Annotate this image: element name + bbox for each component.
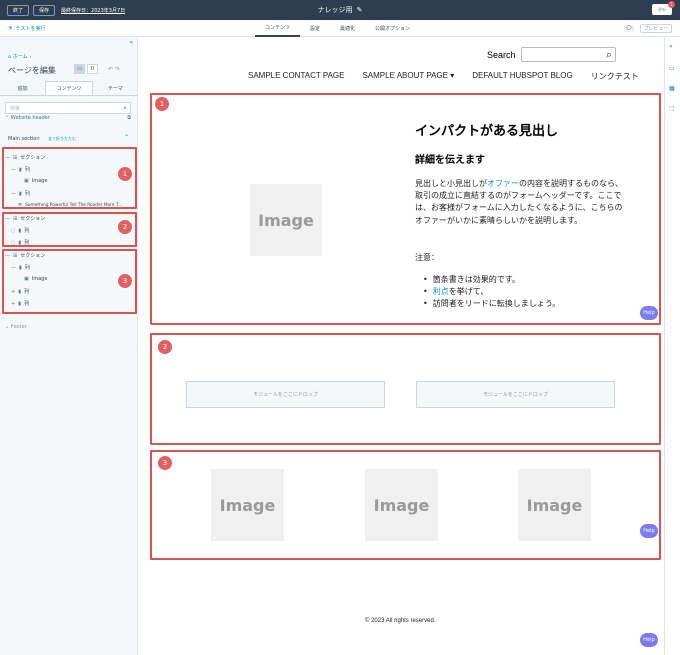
sidebar-tab-contents[interactable]: コンテンツ	[45, 81, 93, 95]
copyright-text: © 2023 All rights reserved.	[365, 618, 436, 624]
comment-icon[interactable]: ▭	[669, 65, 675, 72]
page-title-text: ナレッジ用	[317, 6, 353, 14]
website-header-item[interactable]: ⌃ Website header ⧉	[5, 115, 133, 121]
footer-item[interactable]: ⌄ Footer	[5, 324, 133, 330]
main-section-label: Main section	[8, 136, 40, 142]
hero-subheadline[interactable]: 詳細を伝えます	[415, 151, 485, 166]
search-placeholder: 検索	[10, 105, 21, 112]
sidebar-tab-theme[interactable]: テーマ	[93, 81, 138, 95]
breadcrumb-home[interactable]: ホーム	[13, 54, 28, 60]
left-sidebar: « ⌂ ホーム › ページを編集 ▭ 0 ↶ ↷ 追加 コンテンツ テーマ 検索…	[0, 37, 138, 655]
hero-body[interactable]: 見出しと小見出しがオファーの内容を説明するものなら、取引の成立に直結するのがフォ…	[415, 178, 623, 227]
module-dropzone[interactable]: モジュールをここにドロップ	[416, 381, 615, 408]
comment-icon[interactable]: 💬	[624, 25, 634, 32]
sidebar-tabs: 追加 コンテンツ テーマ	[0, 81, 138, 96]
chevron-down-icon: ⌄	[5, 324, 10, 330]
desktop-view-icon[interactable]: ▭	[74, 64, 85, 74]
help-button[interactable]: Help	[640, 633, 658, 647]
bullet-item: 訪問者をリードに転換しましょう。	[423, 298, 561, 310]
fold-all-link[interactable]: 全て折りたたむ	[48, 136, 76, 142]
chevron-up-icon[interactable]: ⌃	[124, 134, 129, 141]
flask-icon: ⚗	[8, 25, 13, 32]
view-toggle: ▭ 0	[74, 64, 98, 74]
save-button[interactable]: 保存	[33, 4, 56, 16]
run-test-button[interactable]: ⚗ テストを実行	[8, 25, 46, 33]
exit-button[interactable]: 終了	[7, 4, 30, 16]
sidebar-title: ページを編集	[8, 66, 56, 75]
pencil-icon[interactable]: ✎	[357, 6, 363, 14]
help-button[interactable]: Help	[640, 524, 658, 538]
external-icon[interactable]: ⧉	[127, 115, 131, 121]
image-placeholder[interactable]: Image	[518, 469, 591, 541]
site-nav: SAMPLE CONTACT PAGE SAMPLE ABOUT PAGE ▾ …	[248, 71, 639, 82]
sidebar-search-input[interactable]: 検索 ⌕	[5, 102, 131, 114]
bullet-item: 箇条書きは効果的です。	[423, 274, 560, 286]
expand-icon[interactable]: «	[669, 43, 673, 50]
site-search-input[interactable]: ⌕	[521, 47, 616, 62]
website-header-label: Website header	[10, 115, 50, 121]
home-icon: ⌂	[8, 54, 12, 60]
bullet-item: 利点を挙げて、	[423, 286, 560, 298]
note-label: 注意：	[415, 253, 439, 262]
search-icon: ⌕	[123, 104, 127, 112]
right-rail: « ▭ ▦ ⬚	[664, 37, 680, 655]
chevron-up-icon: ⌃	[5, 115, 10, 121]
sandbox-icon[interactable]: ⬚	[669, 105, 675, 112]
annotation-number-3: 3	[157, 455, 173, 471]
help-button[interactable]: Help	[640, 306, 658, 320]
chevron-right-icon: ›	[29, 54, 32, 60]
undo-icon[interactable]: ↶	[108, 66, 113, 73]
footer-label: Footer	[10, 324, 27, 330]
editor-tab-bar: ⚗ テストを実行 コンテンツ 設定 最適化 公開オプション 💬 プレビュー	[0, 20, 680, 37]
preview-button[interactable]: プレビュー	[640, 24, 672, 33]
mobile-count[interactable]: 0	[87, 64, 98, 74]
tab-content[interactable]: コンテンツ	[255, 20, 301, 37]
image-placeholder[interactable]: Image	[250, 184, 322, 256]
redo-icon[interactable]: ↷	[115, 66, 120, 73]
site-search-label: Search	[487, 50, 516, 60]
image-placeholder[interactable]: Image	[365, 469, 438, 541]
tab-publish-options[interactable]: 公開オプション	[365, 20, 420, 37]
breadcrumb[interactable]: ⌂ ホーム ›	[8, 53, 31, 60]
tab-settings[interactable]: 設定	[300, 20, 330, 37]
top-bar: 終了 保存 最終保存日：2023年3月7日 ナレッジ用 ✎ 更新 1	[0, 0, 680, 20]
annotation-number-2: 2	[117, 219, 133, 235]
notification-badge: 1	[668, 1, 675, 8]
annotation-number-3: 3	[117, 273, 133, 289]
sidebar-tab-add[interactable]: 追加	[0, 81, 45, 95]
annotation-number-2: 2	[157, 339, 173, 355]
run-test-label: テストを実行	[15, 26, 46, 32]
undo-redo: ↶ ↷	[108, 66, 120, 73]
hero-headline[interactable]: インパクトがある見出し	[415, 120, 558, 139]
annotation-number-1: 1	[117, 166, 133, 182]
nav-item-contact[interactable]: SAMPLE CONTACT PAGE	[248, 71, 344, 82]
search-icon[interactable]: ⌕	[606, 48, 612, 62]
benefit-link[interactable]: 利点	[433, 287, 449, 296]
nav-item-about[interactable]: SAMPLE ABOUT PAGE ▾	[362, 71, 454, 82]
last-saved-link[interactable]: 最終保存日：2023年3月7日	[61, 7, 125, 14]
image-placeholder[interactable]: Image	[211, 469, 284, 541]
collapse-sidebar-icon[interactable]: «	[129, 39, 133, 46]
tab-optimize[interactable]: 最適化	[330, 20, 365, 37]
nav-item-link-test[interactable]: リンクテスト	[591, 71, 639, 82]
module-dropzone[interactable]: モジュールをここにドロップ	[186, 381, 385, 408]
calendar-icon[interactable]: ▦	[669, 85, 675, 92]
annotation-number-1: 1	[154, 96, 170, 112]
bullet-list[interactable]: 箇条書きは効果的です。 利点を挙げて、 訪問者をリードに転換しましょう。	[423, 274, 561, 310]
offer-link[interactable]: オファー	[487, 179, 519, 188]
page-title[interactable]: ナレッジ用 ✎	[318, 5, 363, 15]
nav-item-blog[interactable]: DEFAULT HUBSPOT BLOG	[472, 71, 572, 82]
annotation-box-1	[2, 147, 137, 209]
